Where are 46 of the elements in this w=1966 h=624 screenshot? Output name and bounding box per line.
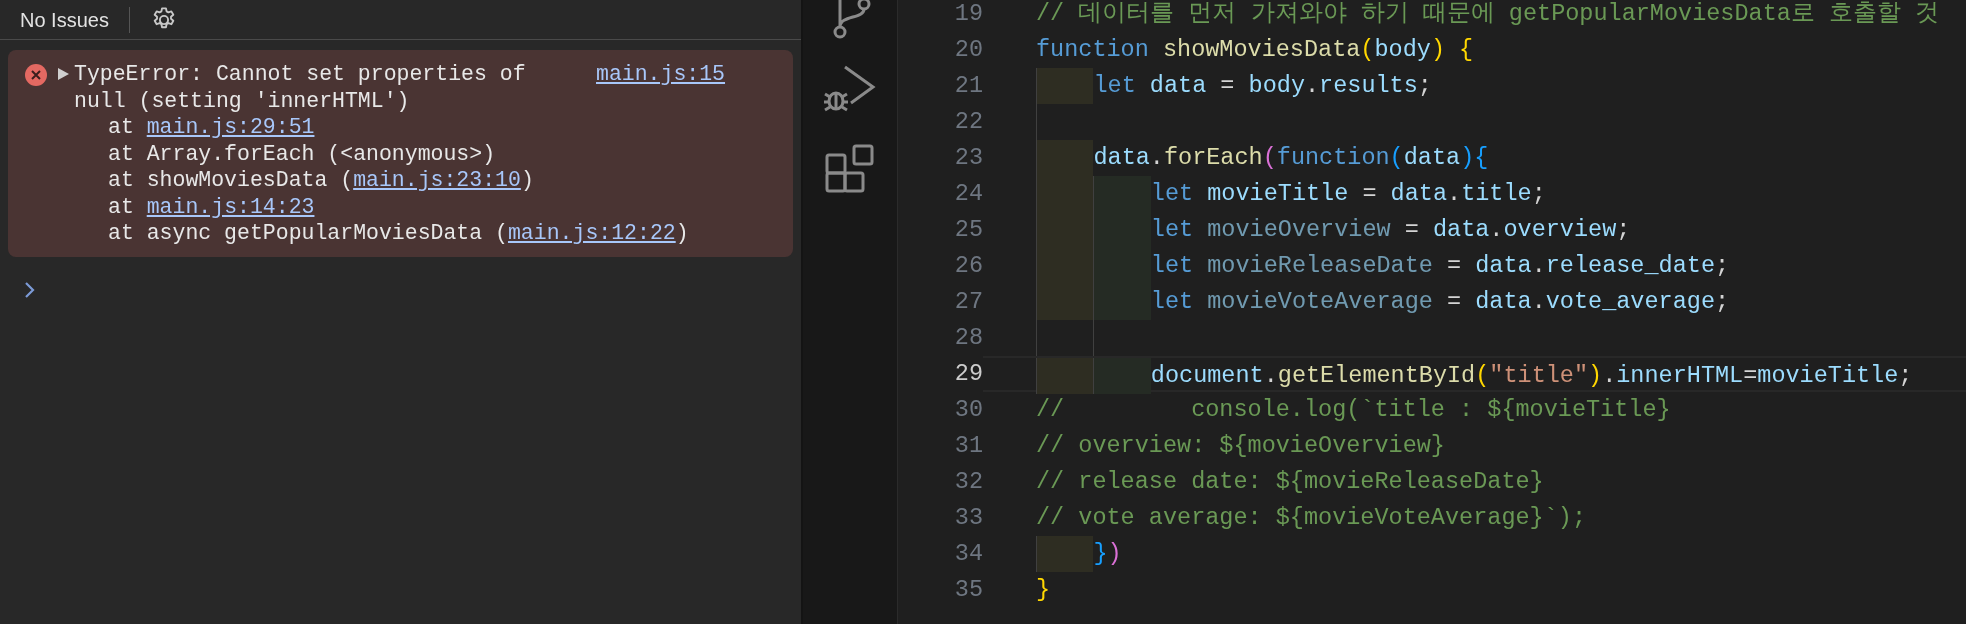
expand-triangle-icon[interactable]	[56, 66, 70, 82]
code-line: let movieReleaseDate = data.release_date;	[1036, 248, 1730, 284]
code-line: let movieOverview = data.overview;	[1036, 212, 1631, 248]
prompt-chevron-icon	[24, 280, 36, 299]
issues-label[interactable]: No Issues	[20, 4, 109, 35]
line-number: 21	[953, 71, 983, 101]
code-line: let movieVoteAverage = data.vote_average;	[1036, 284, 1730, 320]
line-number: 29	[953, 359, 983, 389]
line-number: 26	[953, 251, 983, 281]
code-line: // overview: ${movieOverview}	[1036, 431, 1445, 461]
source-link[interactable]: main.js:15	[596, 61, 726, 88]
line-number: 28	[953, 323, 983, 353]
source-link[interactable]: main.js:23:10	[353, 168, 521, 192]
code-line: // console.log(`title : ${movieTitle}	[1036, 395, 1671, 425]
stack-frame: at Array.forEach (<anonymous>)	[56, 140, 496, 167]
line-number: 32	[953, 467, 983, 497]
error-icon	[24, 63, 48, 87]
code-line: let data = body.results;	[1036, 68, 1432, 104]
line-number: 33	[953, 503, 983, 533]
code-line: // 데이터를 먼저 가져와야 하기 때문에 getPopularMoviesData로 호출할 것	[1036, 0, 1940, 29]
line-number: 25	[953, 215, 983, 245]
line-number: 27	[953, 287, 983, 317]
code-line: // vote average: ${movieVoteAverage}`);	[1036, 503, 1586, 533]
stack-frame: at async getPopularMoviesData (main.js:12:22)	[56, 220, 689, 247]
source-link[interactable]: main.js:14:23	[146, 194, 315, 219]
line-number: 20	[953, 35, 983, 65]
code-line: }	[1036, 575, 1051, 605]
source-link[interactable]: main.js:12:22	[507, 221, 676, 245]
code-line: function showMoviesData(body) {	[1036, 35, 1474, 65]
extensions-icon[interactable]	[825, 144, 875, 194]
stack-frame: at main.js:29:51	[56, 114, 315, 141]
line-number: 22	[953, 107, 983, 137]
line-number: 19	[953, 0, 983, 29]
line-number: 30	[953, 395, 983, 425]
code-line: // release date: ${movieReleaseDate}	[1036, 467, 1544, 497]
line-number: 35	[953, 575, 983, 605]
error-message: TypeError: Cannot set properties of null (setting 'innerHTML')	[74, 61, 527, 114]
line-number: 34	[953, 539, 983, 569]
stack-frame: at main.js:14:23	[56, 193, 315, 220]
code-line: let movieTitle = data.title;	[1036, 176, 1546, 212]
stack-frame: at showMoviesData (main.js:23:10)	[56, 167, 534, 194]
line-number: 24	[953, 179, 983, 209]
source-link[interactable]: main.js:29:51	[146, 115, 315, 139]
line-number: 23	[953, 143, 983, 173]
line-number: 31	[953, 431, 983, 461]
code-line: data.forEach(function(data){	[1036, 140, 1489, 176]
